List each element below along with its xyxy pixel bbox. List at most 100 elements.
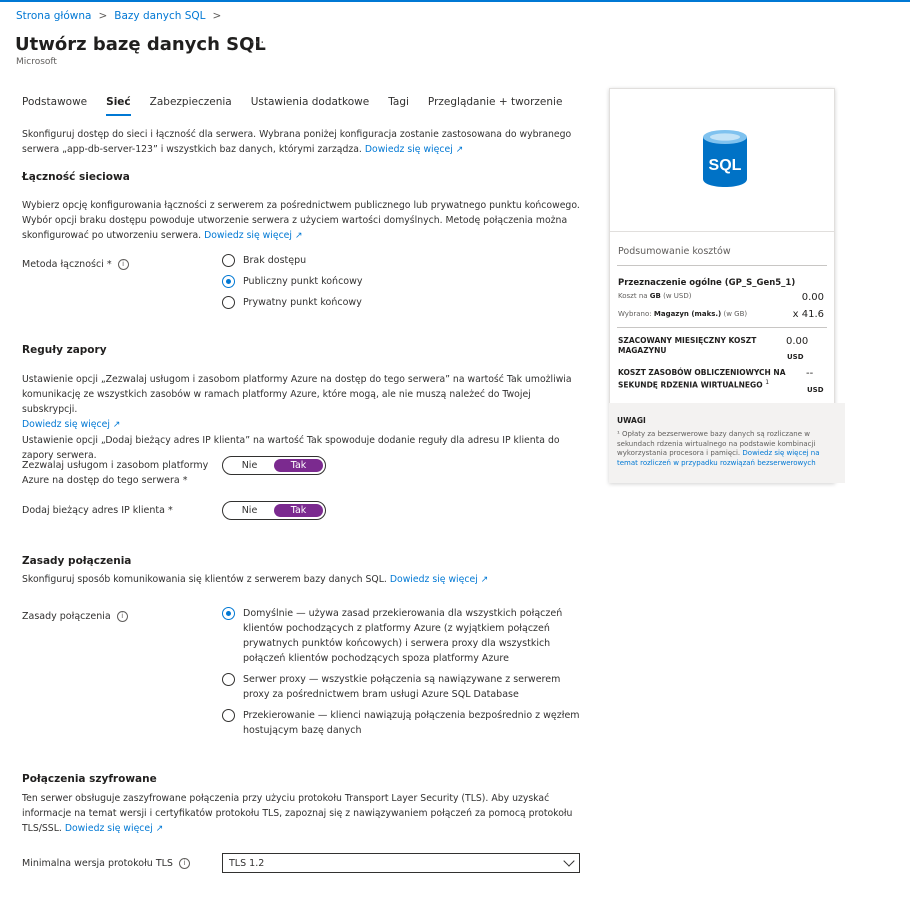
sql-icon-label: SQL [709, 157, 742, 174]
radio-label: Brak dostępu [243, 255, 307, 266]
firewall-learn-more-link[interactable]: Dowiedz się więcej ↗ [22, 419, 120, 430]
breadcrumb-sql-databases[interactable]: Bazy danych SQL [114, 10, 205, 22]
toggle-option-yes[interactable]: Tak [274, 459, 323, 472]
monthly-storage-cost-value: 0.00 [786, 336, 809, 347]
radio-label: Domyślnie — używa zasad przekierowania d… [243, 608, 563, 664]
notes-heading: UWAGI [617, 416, 646, 425]
cost-summary-card: SQL Podsumowanie kosztów Przeznaczenie o… [609, 88, 845, 483]
tls-label: Minimalna wersja protokołu TLS i [22, 856, 190, 871]
breadcrumb-home[interactable]: Strona główna [16, 10, 91, 22]
vcore-currency: USD [807, 386, 824, 394]
radio-label: Prywatny punkt końcowy [243, 297, 362, 308]
cost-per-gb-unit: GB [649, 292, 661, 300]
firewall-heading: Reguły zapory [22, 344, 107, 356]
firewall-learn-more-label: Dowiedz się więcej [22, 419, 110, 430]
radio-button-selected[interactable] [222, 275, 235, 288]
info-icon[interactable]: i [117, 259, 129, 270]
radio-no-access[interactable]: Brak dostępu [222, 254, 363, 268]
cost-per-gb-suffix: (w USD) [663, 292, 692, 300]
storage-value: x 41.6 [792, 309, 824, 320]
cost-notes: UWAGI ¹ Opłaty za bezserwerowe bazy dany… [609, 403, 845, 483]
external-link-icon: ↗ [112, 420, 121, 430]
radio-label: Publiczny punkt końcowy [243, 276, 363, 287]
radio-policy-redirect[interactable]: Przekierowanie — klienci nawiązują połąc… [222, 709, 582, 738]
policy-text: Skonfiguruj sposób komunikowania się kli… [22, 572, 587, 588]
policy-label-text: Zasady połączenia [22, 611, 111, 622]
encrypted-text: Ten serwer obsługuje zaszyfrowane połącz… [22, 791, 587, 837]
allow-azure-label: Zezwalaj usługom i zasobom platformy Azu… [22, 458, 208, 488]
compute-label-line1: KOSZT ZASOBÓW OBLICZENIOWYCH NA [618, 368, 786, 377]
radio-button[interactable] [222, 296, 235, 309]
monthly-currency: USD [787, 353, 804, 361]
tls-version-dropdown[interactable]: TLS 1.2 [222, 853, 580, 873]
info-icon[interactable]: i [178, 858, 190, 869]
external-link-icon: ↗ [295, 231, 303, 241]
add-ip-label: Dodaj bieżący adres IP klienta * [22, 505, 173, 516]
policy-heading: Zasady połączenia [22, 555, 132, 567]
page-title: Utwórz bazę danych SQL [15, 34, 266, 55]
radio-policy-proxy[interactable]: Serwer proxy — wszystkie połączenia są n… [222, 673, 582, 702]
cost-per-gb-value: 0.00 [801, 292, 824, 303]
allow-azure-toggle[interactable]: Nie Tak [222, 456, 326, 475]
tab-additional-settings[interactable]: Ustawienia dodatkowe [251, 96, 370, 116]
sql-database-icon: SQL [703, 130, 747, 187]
storage-label: Wybrano: Magazyn (maks.) (w GB) [618, 310, 747, 318]
vcore-cost-value: -- [806, 368, 814, 379]
encrypted-learn-more-label: Dowiedz się więcej [64, 823, 153, 834]
toggle-option-yes[interactable]: Tak [274, 504, 323, 517]
firewall-text: Ustawienie opcji „Zezwalaj usługom i zas… [22, 372, 587, 463]
add-client-ip-toggle[interactable]: Nie Tak [222, 501, 326, 520]
compute-label-line2: SEKUNDĘ RDZENIA WIRTUALNEGO [618, 380, 763, 390]
policy-label: Zasady połączenia i [22, 609, 128, 624]
connectivity-learn-more-link[interactable]: Dowiedz się więcej ↗ [204, 230, 302, 241]
info-icon[interactable]: i [116, 611, 128, 622]
intro-learn-more-link[interactable]: Dowiedz się więcej ↗ [365, 144, 463, 155]
policy-description: Skonfiguruj sposób komunikowania się kli… [22, 574, 387, 585]
encrypted-learn-more-link[interactable]: Dowiedz się więcej ↗ [65, 823, 163, 834]
page-subtitle: Microsoft [16, 57, 57, 67]
cost-summary-heading: Podsumowanie kosztów [618, 246, 731, 257]
radio-label: Serwer proxy — wszystkie połączenia są n… [243, 674, 561, 700]
radio-button[interactable] [222, 673, 235, 686]
cost-divider [617, 265, 827, 266]
monthly-label-line1: SZACOWANY MIESIĘCZNY KOSZT [618, 336, 757, 345]
radio-button-selected[interactable] [222, 607, 235, 620]
external-link-icon: ↗ [455, 145, 464, 155]
tab-tags[interactable]: Tagi [388, 96, 409, 116]
tab-security[interactable]: Zabezpieczenia [150, 96, 232, 116]
toggle-option-no[interactable]: Nie [225, 504, 274, 517]
allow-azure-label-line2: Azure na dostęp do tego serwera * [22, 475, 188, 486]
toggle-option-no[interactable]: Nie [225, 459, 274, 472]
policy-learn-more-label: Dowiedz się więcej [389, 574, 478, 585]
connectivity-method-label-text: Metoda łączności * [22, 259, 112, 270]
radio-public-endpoint[interactable]: Publiczny punkt końcowy [222, 275, 363, 289]
storage-name: Magazyn (maks.) [653, 310, 722, 318]
allow-azure-label-line1: Zezwalaj usługom i zasobom platformy [22, 460, 209, 471]
radio-label: Przekierowanie — klienci nawiązują połąc… [243, 710, 580, 736]
breadcrumb: Strona główna > Bazy danych SQL > [16, 10, 228, 22]
radio-private-endpoint[interactable]: Prywatny punkt końcowy [222, 296, 363, 310]
tab-review-create[interactable]: Przeglądanie + tworzenie [428, 96, 563, 116]
monthly-storage-cost-label: SZACOWANY MIESIĘCZNY KOSZT MAGAZYNU [618, 336, 756, 356]
tab-basics[interactable]: Podstawowe [22, 96, 87, 116]
connectivity-method-label: Metoda łączności * i [22, 257, 129, 272]
cost-card-header: SQL [610, 89, 834, 232]
tab-bar: Podstawowe Sieć Zabezpieczenia Ustawieni… [22, 96, 581, 116]
encrypted-heading: Połączenia szyfrowane [22, 773, 157, 785]
storage-suffix: (w GB) [723, 310, 748, 318]
external-link-icon: ↗ [480, 575, 489, 585]
radio-button[interactable] [222, 709, 235, 722]
footnote-marker: 1 [765, 379, 770, 386]
radio-button[interactable] [222, 254, 235, 267]
cost-per-gb-label: Koszt na GB (w USD) [618, 292, 691, 300]
intro-learn-more-label: Dowiedz się więcej [364, 144, 453, 155]
connectivity-method-radio-group: Brak dostępu Publiczny punkt końcowy Pry… [222, 254, 363, 315]
external-link-icon: ↗ [155, 824, 164, 834]
connectivity-learn-more-label: Dowiedz się więcej [204, 230, 292, 241]
policy-learn-more-link[interactable]: Dowiedz się więcej ↗ [390, 574, 488, 585]
tls-version-value: TLS 1.2 [229, 857, 265, 869]
more-options-icon[interactable]: ··· [250, 36, 265, 51]
tab-networking[interactable]: Sieć [106, 96, 131, 116]
chevron-right-icon: > [98, 10, 108, 22]
radio-policy-default[interactable]: Domyślnie — używa zasad przekierowania d… [222, 607, 582, 666]
